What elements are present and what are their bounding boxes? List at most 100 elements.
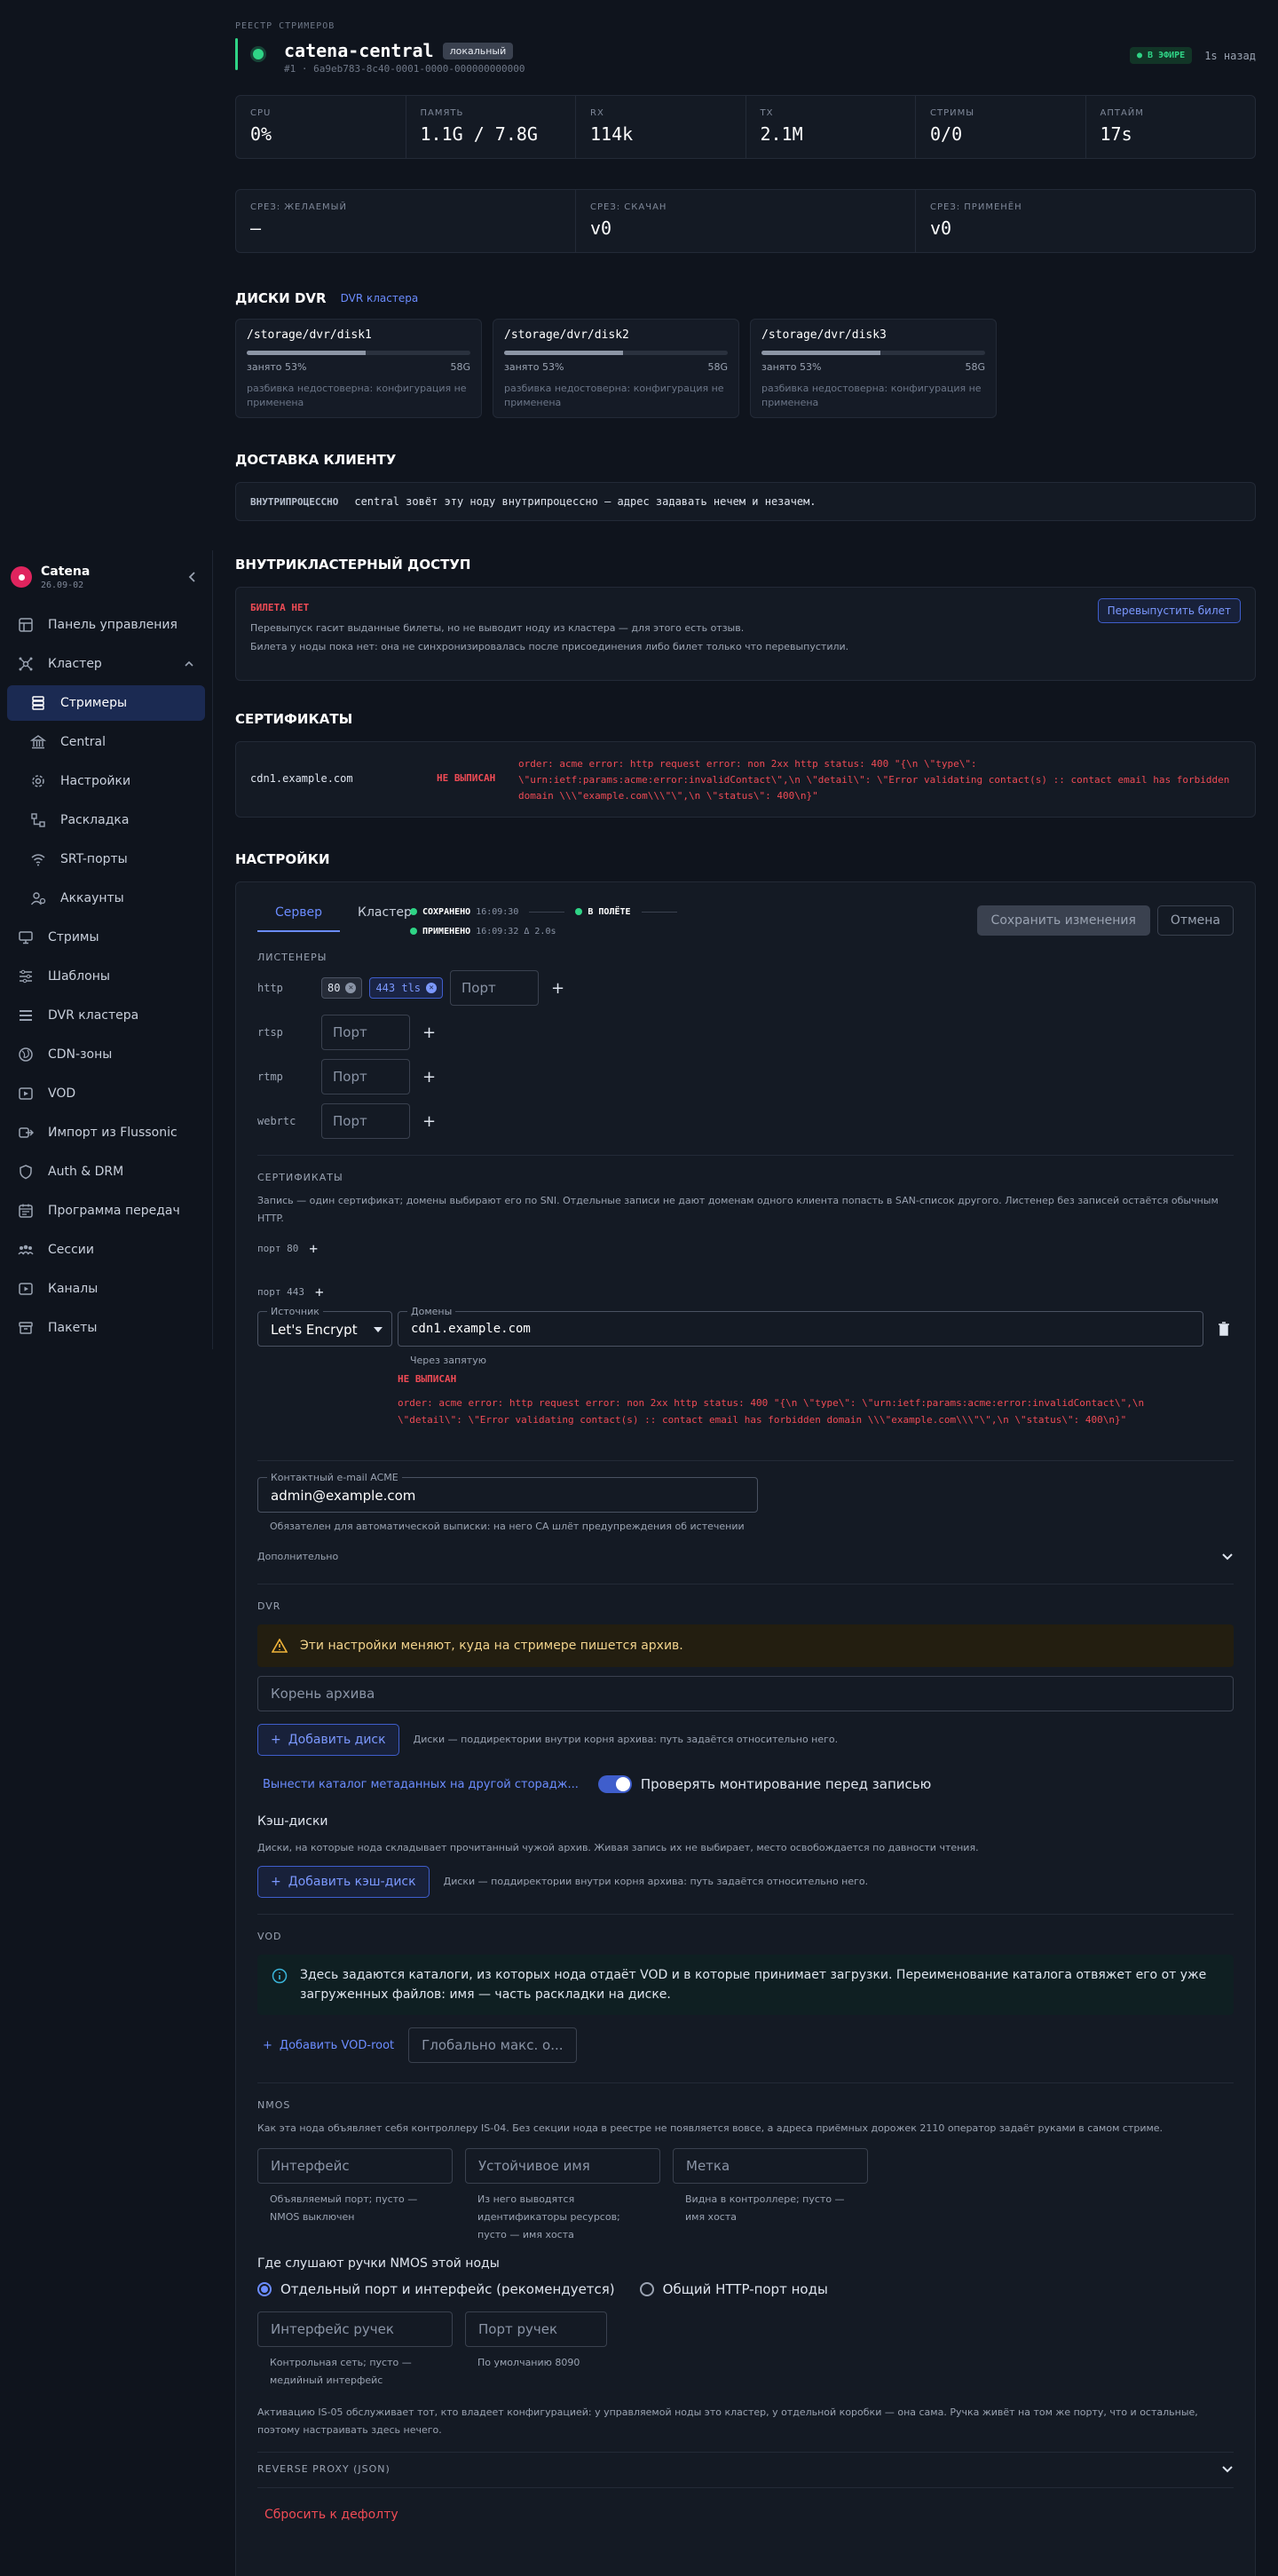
chevron-down-icon: [1222, 1553, 1233, 1561]
chevron-up-icon: [185, 660, 193, 667]
remove-chip-icon[interactable]: ✕: [345, 983, 357, 993]
add-cert-icon[interactable]: +: [309, 1240, 318, 1257]
nmos-interface-input[interactable]: Интерфейс: [257, 2148, 453, 2184]
disk-note: разбивка недостоверна: конфигурация не п…: [504, 383, 724, 408]
add-disk-button[interactable]: + Добавить диск: [257, 1724, 399, 1756]
radio-shared-port[interactable]: [639, 2282, 654, 2296]
stats-bar: CPU 0% ПАМЯТЬ 1.1G / 7.8G RX 114k TX 2.1M СТ…: [235, 95, 1256, 159]
add-port-icon[interactable]: +: [422, 1023, 436, 1042]
save-changes-button[interactable]: Сохранить изменения: [976, 905, 1150, 936]
stat-label: RX: [590, 108, 604, 118]
listener-proto: http: [257, 982, 283, 994]
add-cache-disk-button[interactable]: + Добавить кэш-диск: [257, 1866, 430, 1898]
import-icon: [19, 1127, 34, 1138]
sidebar-item-cluster-dvr[interactable]: DVR кластера: [7, 998, 205, 1033]
port-input[interactable]: Порт: [321, 1103, 410, 1139]
radio-separate-port-label: Отдельный порт и интерфейс (рекомендуетс…: [280, 2281, 615, 2297]
handles-port-input[interactable]: Порт ручек: [465, 2311, 607, 2347]
add-vod-root-button[interactable]: + Добавить VOD-root: [263, 2039, 394, 2052]
radio-separate-port[interactable]: [257, 2282, 272, 2296]
add-cert-icon[interactable]: +: [315, 1284, 324, 1300]
sidebar-item-cluster[interactable]: Кластер: [7, 646, 205, 682]
breadcrumb[interactable]: РЕЕСТР СТРИМЕРОВ: [235, 21, 1256, 31]
check-mount-label: Проверять монтирование перед записью: [640, 1776, 932, 1792]
sidebar-item-label: Каналы: [48, 1282, 99, 1296]
cluster-dvr-link[interactable]: DVR кластера: [341, 292, 419, 304]
listener-row-webrtc: webrtc Порт +: [257, 1103, 1234, 1139]
advanced-toggle[interactable]: Дополнительно: [257, 1548, 1234, 1566]
disk-path: /storage/dvr/disk1: [247, 328, 372, 342]
remove-chip-icon[interactable]: ✕: [426, 983, 438, 993]
sidebar-item-layout[interactable]: Раскладка: [7, 802, 205, 838]
listener-proto: webrtc: [257, 1115, 296, 1127]
slice-applied: СРЕЗ: ПРИМЕНЁН v0: [916, 190, 1255, 252]
sidebar-item-label: Стримы: [48, 930, 99, 944]
package-icon: [19, 1322, 33, 1334]
cert-status: НЕ ВЫПИСАН: [437, 772, 496, 784]
stat-label: СТРИМЫ: [930, 108, 975, 118]
stat-value: 0/0: [930, 123, 963, 145]
dvr-warning: Эти настройки меняют, куда на стримере п…: [257, 1624, 1234, 1667]
logo-icon: [11, 566, 32, 588]
trash-icon[interactable]: [1218, 1322, 1230, 1336]
acme-email-input[interactable]: Контактный e-mail ACME admin@example.com: [257, 1472, 758, 1513]
sidebar-item-label: SRT-порты: [60, 852, 128, 866]
slices-bar: СРЕЗ: ЖЕЛАЕМЫЙ — СРЕЗ: СКАЧАН v0 СРЕЗ: ПРИ…: [235, 189, 1256, 253]
sidebar-item-channels[interactable]: Каналы: [7, 1271, 205, 1307]
sidebar-item-flussonic-import[interactable]: Импорт из Flussonic: [7, 1115, 205, 1150]
port-input[interactable]: Порт: [321, 1059, 410, 1094]
nmos-name-input[interactable]: Устойчивое имя: [465, 2148, 660, 2184]
sidebar-item-settings[interactable]: Настройки: [7, 763, 205, 799]
cancel-button[interactable]: Отмена: [1156, 905, 1234, 936]
slice-downloaded: СРЕЗ: СКАЧАН v0: [576, 190, 916, 252]
port-input[interactable]: Порт: [321, 1015, 410, 1050]
sidebar-item-epg[interactable]: Программа передач: [7, 1193, 205, 1229]
plus-icon: +: [271, 1733, 281, 1747]
cert-error: order: acme error: http request error: n…: [398, 1397, 1145, 1426]
sidebar-item-templates[interactable]: Шаблоны: [7, 959, 205, 994]
port-chip[interactable]: 80 ✕: [321, 977, 363, 999]
cert-domains-input[interactable]: Домены cdn1.example.com: [398, 1306, 1203, 1347]
stat-value: 1.1G / 7.8G: [420, 123, 538, 145]
disk-usage-bar: [247, 351, 470, 355]
sidebar-item-srt-ports[interactable]: SRT-порты: [7, 842, 205, 877]
sidebar-item-auth-drm[interactable]: Auth & DRM: [7, 1154, 205, 1189]
sidebar-item-dashboard[interactable]: Панель управления: [7, 607, 205, 643]
sidebar-item-vod[interactable]: VOD: [7, 1076, 205, 1111]
check-mount-toggle[interactable]: [597, 1775, 632, 1793]
sidebar-item-sessions[interactable]: Сессии: [7, 1232, 205, 1268]
sidebar-item-label: Аккаунты: [60, 891, 124, 905]
add-port-icon[interactable]: +: [422, 1068, 436, 1087]
cert-source-select[interactable]: Источник Let's Encrypt: [257, 1306, 392, 1347]
add-port-icon[interactable]: +: [422, 1112, 436, 1131]
sidebar-item-label: CDN-зоны: [48, 1047, 113, 1062]
sidebar-item-cdn-zones[interactable]: CDN-зоны: [7, 1037, 205, 1072]
delivery-card: ВНУТРИПРОЦЕССНО central зовёт эту ноду в…: [235, 482, 1256, 521]
sidebar-item-central[interactable]: Central: [7, 724, 205, 760]
sidebar-item-label: Панель управления: [48, 618, 178, 632]
reset-defaults-button[interactable]: Сбросить к дефолту: [264, 2508, 1234, 2522]
archive-root-input[interactable]: Корень архива: [257, 1676, 1234, 1711]
tab-server[interactable]: Сервер: [257, 905, 341, 932]
sidebar-item-streams[interactable]: Стримы: [7, 920, 205, 955]
port-chip-tls[interactable]: 443 tls ✕: [369, 977, 444, 999]
chevron-left-icon: [188, 572, 195, 582]
applied-dot-icon: [410, 928, 417, 935]
nmos-label-input[interactable]: Метка: [673, 2148, 868, 2184]
sidebar-item-accounts[interactable]: Аккаунты: [7, 881, 205, 916]
cert-status: НЕ ВЫПИСАН: [398, 1373, 457, 1385]
reissue-ticket-button[interactable]: Перевыпустить билет: [1097, 598, 1241, 623]
cluster-icon: [19, 657, 33, 671]
monitor-icon: [19, 931, 33, 944]
metadata-dir-link[interactable]: Вынести каталог метаданных на другой сто…: [263, 1778, 579, 1791]
add-port-icon[interactable]: +: [551, 979, 564, 998]
reverse-proxy-toggle[interactable]: REVERSE PROXY (JSON): [257, 2463, 1234, 2475]
handles-interface-input[interactable]: Интерфейс ручек: [257, 2311, 453, 2347]
sidebar-item-streamers[interactable]: Стримеры: [7, 685, 205, 721]
vod-max-input[interactable]: Глобально макс. о...: [408, 2027, 578, 2063]
slice-value: —: [250, 217, 262, 239]
port-input[interactable]: Порт: [450, 970, 540, 1006]
collapse-sidebar-button[interactable]: [184, 568, 201, 586]
stat-label: АПТАЙМ: [1100, 108, 1144, 118]
sidebar-item-packages[interactable]: Пакеты: [7, 1310, 205, 1346]
